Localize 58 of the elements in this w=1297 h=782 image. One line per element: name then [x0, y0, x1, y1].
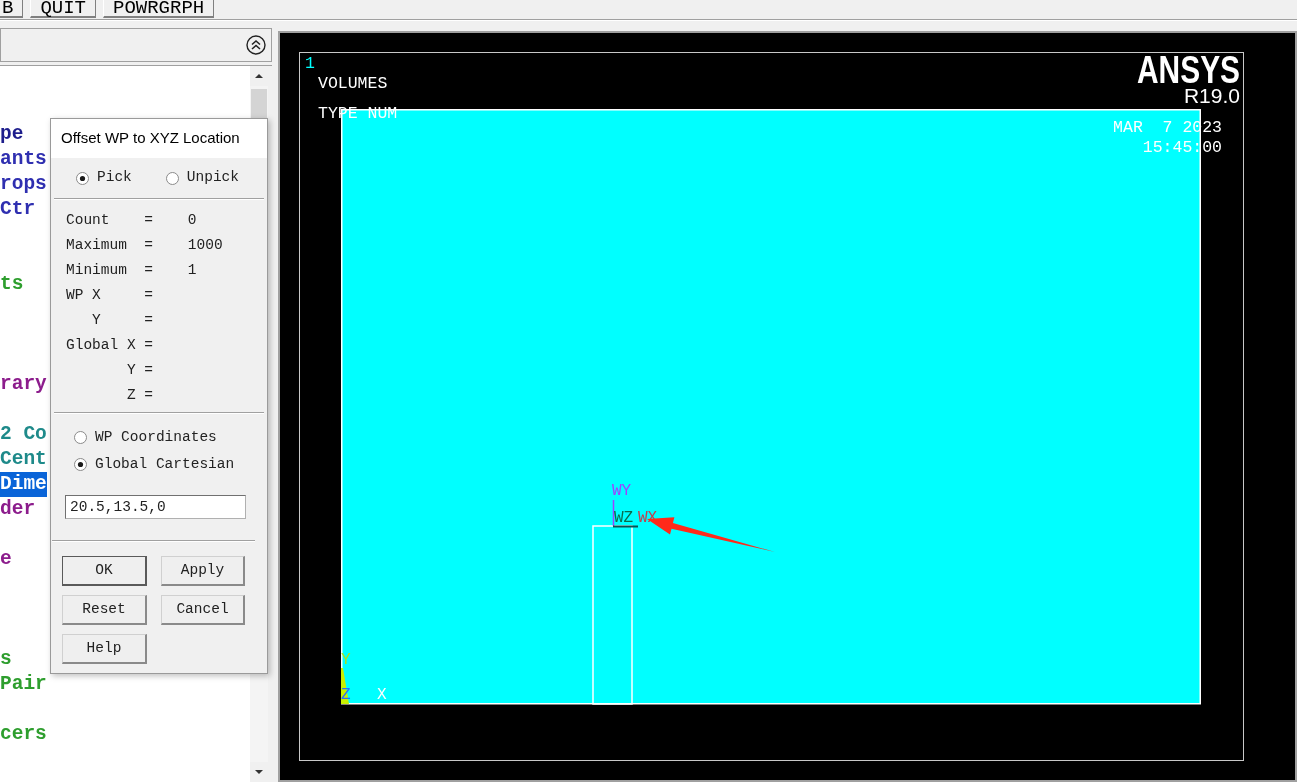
radio-button[interactable] [74, 431, 87, 444]
caret-up-icon [255, 74, 263, 78]
toolbar-button[interactable]: POWRGRPH [103, 0, 215, 18]
double-chevron-up-icon[interactable] [246, 35, 266, 55]
readout-label: Count [66, 210, 110, 230]
tree-item[interactable]: 2 Co [0, 422, 47, 447]
tree-item[interactable]: rops [0, 172, 47, 197]
dialog-title: Offset WP to XYZ Location [61, 128, 240, 149]
caret-down-icon [255, 770, 263, 774]
window-number: 1 [305, 54, 315, 73]
dialog-button[interactable]: Apply [161, 556, 245, 586]
readout-value: 1000 [187, 235, 223, 255]
dialog-button[interactable]: Cancel [161, 595, 245, 625]
readout-value: 1 [187, 260, 197, 280]
readout-value: 0 [187, 210, 197, 230]
wp-y-label: WY [612, 482, 632, 500]
radio-label[interactable]: WP Coordinates [95, 426, 217, 449]
readout-label: Y [126, 361, 136, 378]
radio-button[interactable] [165, 171, 179, 185]
wp-x-axis-line [612, 525, 639, 528]
readout-label: Minimum [66, 260, 127, 280]
readout-label: Z [126, 386, 136, 403]
equals-sign: = [144, 385, 153, 405]
equals-sign: = [144, 260, 153, 280]
radio-label[interactable]: Unpick [186, 167, 240, 189]
toolbar-button[interactable]: B [0, 0, 24, 18]
readout-label: Maximum [66, 235, 127, 255]
equals-sign: = [144, 285, 153, 305]
wp-y-axis-line [612, 499, 615, 527]
equals-sign: = [144, 210, 153, 230]
equals-sign: = [144, 310, 153, 330]
coordinate-input[interactable]: 20.5,13.5,0 [65, 495, 246, 519]
tree-item[interactable]: Dime [0, 472, 47, 497]
readout-label: Y [92, 311, 101, 328]
equals-sign: = [144, 335, 153, 355]
radio-label[interactable]: Pick [97, 167, 132, 189]
x-axis-label: X [377, 686, 387, 704]
tree-item[interactable]: e [0, 547, 12, 572]
dialog-button[interactable]: Help [62, 634, 147, 664]
radio-button[interactable] [74, 458, 87, 471]
plot-title: VOLUMES [318, 74, 388, 93]
equals-sign: = [144, 360, 153, 380]
dialog-button[interactable]: OK [62, 556, 147, 586]
readout-label: Global X [66, 335, 136, 355]
version-label: R19.0 [1183, 84, 1240, 107]
tree-item[interactable]: der [0, 497, 36, 522]
tree-item[interactable]: ants [0, 147, 47, 172]
toolbar-button[interactable]: QUIT [30, 0, 96, 18]
tree-item[interactable]: rary [0, 372, 47, 397]
equals-sign: = [144, 235, 153, 255]
radio-label[interactable]: Global Cartesian [95, 453, 235, 476]
dialog-button[interactable]: Reset [62, 595, 147, 625]
radio-button[interactable] [76, 171, 89, 185]
tree-item[interactable]: pe [0, 122, 24, 147]
tree-item[interactable]: Ctr [0, 197, 36, 222]
tree-item[interactable]: Cent [0, 447, 47, 472]
wp-z-label: WZ [614, 509, 634, 527]
readout-label: WP X [66, 285, 101, 305]
